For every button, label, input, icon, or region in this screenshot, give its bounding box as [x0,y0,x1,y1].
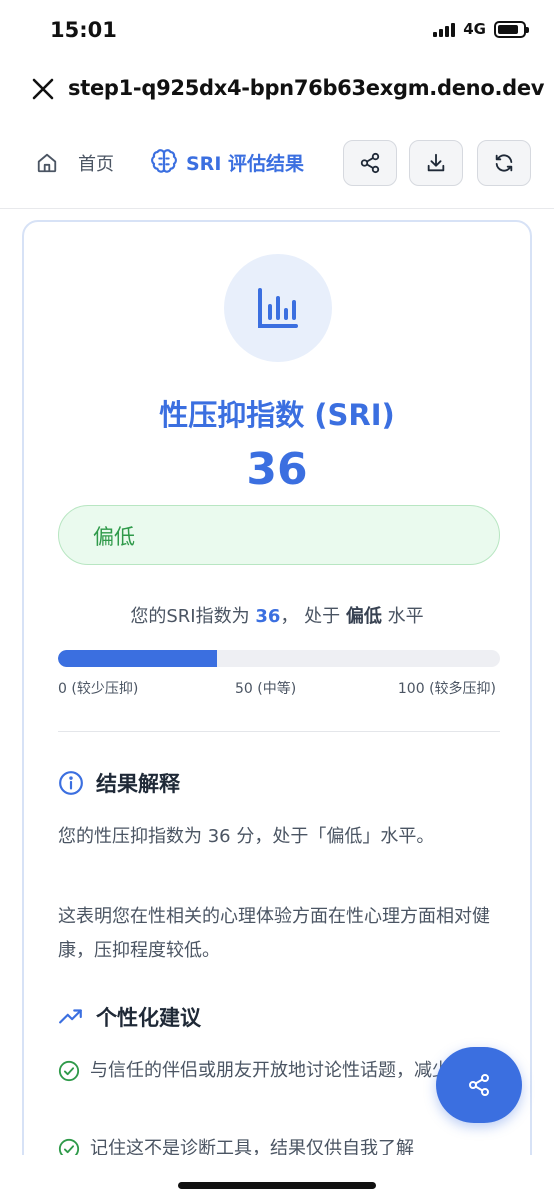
home-icon [37,153,57,173]
nav-home[interactable]: 首页 [36,150,114,176]
advice-heading-text: 个性化建议 [96,1006,201,1030]
info-icon [59,771,83,795]
signal-icon [433,21,456,37]
close-icon[interactable] [30,76,56,102]
sri-progress-bar [58,650,500,667]
sri-progress-fill [58,650,218,667]
share-icon [360,152,380,174]
network-label: 4G [463,20,486,38]
summary-mid: ， 处于 [280,606,341,627]
brain-icon [151,149,177,173]
result-card: 性压抑指数 (SRI) 36 偏低 您的SRI指数为 36， 处于 偏低 水平 … [22,220,532,1180]
chart-icon-badge [224,254,332,362]
share-icon [469,1074,489,1096]
bar-chart-icon [258,288,298,328]
summary-level: 偏低 [345,606,382,627]
summary-score: 36 [255,606,281,627]
download-icon [427,153,445,172]
check-circle-icon [58,1060,80,1082]
home-indicator [178,1182,376,1189]
floating-share-button[interactable] [436,1047,522,1123]
interpretation-heading: 结果解释 [58,768,180,798]
level-label: 偏低 [93,525,135,549]
trending-up-icon [59,1009,82,1024]
advice-heading: 个性化建议 [58,1002,201,1032]
share-button[interactable] [343,140,397,186]
summary-suffix: 水平 [387,606,424,627]
refresh-button[interactable] [477,140,531,186]
refresh-icon [495,154,513,172]
scale-min-label: 0 (较少压抑) [58,681,139,697]
summary-prefix: 您的SRI指数为 [130,606,250,627]
interpretation-paragraph-2: 这表明您在性相关的心理体验方面在性心理方面相对健康，压抑程度较低。 [58,906,490,961]
battery-icon [494,20,529,38]
bottom-safe-area [0,1155,554,1200]
interpretation-paragraph-1: 您的性压抑指数为 36 分，处于「偏低」水平。 [58,826,435,847]
status-icons: 4G [433,20,529,38]
status-bar: 15:01 4G [0,0,554,60]
nav-home-label: 首页 [78,154,114,175]
level-badge: 偏低 [58,505,500,565]
url-text[interactable]: step1-q925dx4-bpn76b63exgm.deno.dev [68,76,544,100]
top-nav: 首页 SRI 评估结果 [0,136,554,192]
result-title: 性压抑指数 (SRI) [159,398,395,432]
status-time: 15:01 [50,18,117,42]
nav-divider [0,208,554,209]
nav-active-label: SRI 评估结果 [186,152,304,175]
scale-max-label: 100 (较多压抑) [397,681,496,697]
result-score: 36 [246,444,308,495]
section-divider [58,731,500,732]
result-summary: 您的SRI指数为 36， 处于 偏低 水平 [24,602,530,628]
browser-url-bar: step1-q925dx4-bpn76b63exgm.deno.dev [0,66,554,114]
interpretation-heading-text: 结果解释 [96,772,180,796]
scale-mid-label: 50 (中等) [235,681,297,697]
download-button[interactable] [409,140,463,186]
nav-sri-result[interactable]: SRI 评估结果 [150,148,304,176]
